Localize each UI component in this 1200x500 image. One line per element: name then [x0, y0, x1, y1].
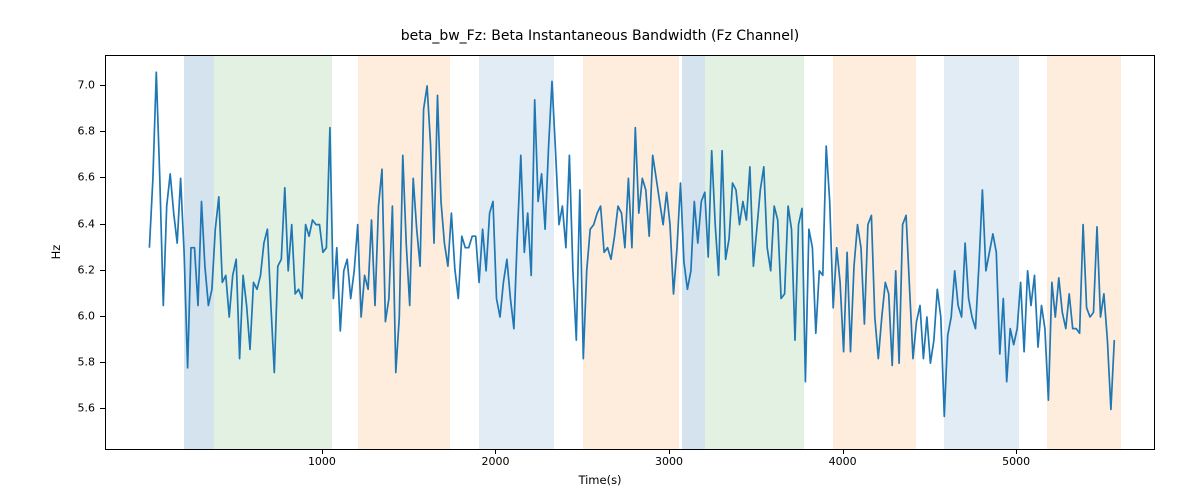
y-tick-label: 7.0 — [78, 79, 96, 92]
x-tick-mark — [1016, 449, 1017, 454]
y-tick-mark — [100, 131, 105, 132]
y-tick-label: 6.4 — [78, 217, 96, 230]
x-tick-label: 3000 — [655, 455, 683, 468]
y-tick-mark — [100, 362, 105, 363]
y-tick-label: 5.6 — [78, 402, 96, 415]
x-tick-label: 2000 — [481, 455, 509, 468]
y-tick-mark — [100, 316, 105, 317]
x-axis-label: Time(s) — [0, 473, 1200, 487]
x-tick-mark — [669, 449, 670, 454]
y-tick-mark — [100, 177, 105, 178]
y-axis-label: Hz — [49, 245, 63, 260]
x-tick-label: 5000 — [1002, 455, 1030, 468]
chart-title: beta_bw_Fz: Beta Instantaneous Bandwidth… — [0, 28, 1200, 44]
y-tick-label: 6.6 — [78, 171, 96, 184]
plot-area — [105, 55, 1155, 450]
y-tick-mark — [100, 85, 105, 86]
x-tick-label: 4000 — [829, 455, 857, 468]
x-tick-mark — [843, 449, 844, 454]
x-tick-mark — [322, 449, 323, 454]
x-tick-mark — [495, 449, 496, 454]
y-tick-label: 6.8 — [78, 125, 96, 138]
figure: beta_bw_Fz: Beta Instantaneous Bandwidth… — [0, 0, 1200, 500]
y-tick-label: 5.8 — [78, 356, 96, 369]
y-tick-mark — [100, 408, 105, 409]
x-tick-label: 1000 — [308, 455, 336, 468]
y-tick-label: 6.2 — [78, 263, 96, 276]
y-tick-mark — [100, 270, 105, 271]
line-series — [106, 56, 1155, 450]
y-tick-mark — [100, 224, 105, 225]
y-tick-label: 6.0 — [78, 310, 96, 323]
